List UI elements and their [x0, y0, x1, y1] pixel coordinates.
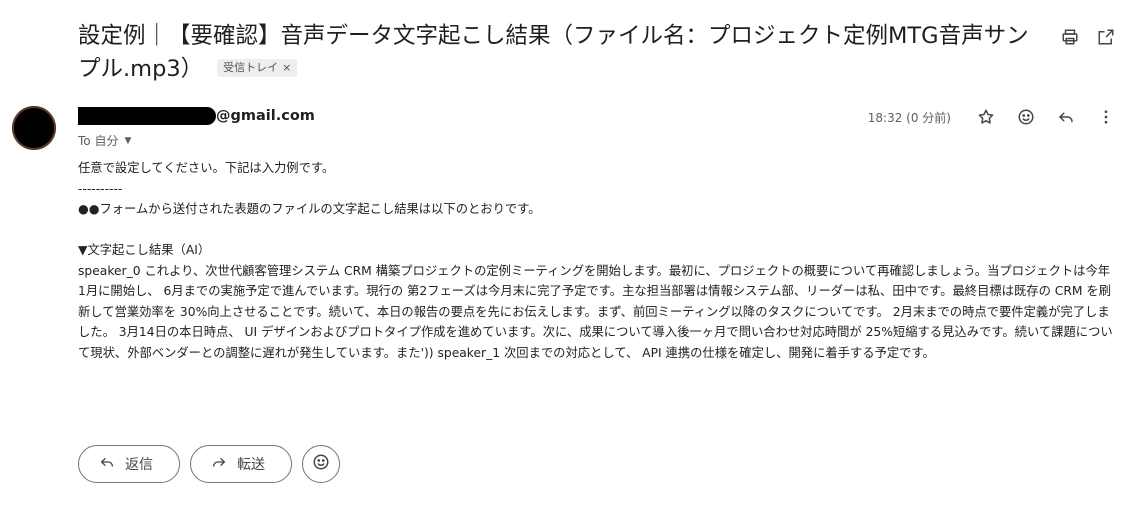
more-options-icon[interactable] — [1095, 106, 1117, 128]
sender-email-suffix: @gmail.com — [216, 108, 315, 124]
reply-icon[interactable] — [1055, 106, 1077, 128]
reply-label: 返信 — [125, 457, 153, 473]
emoji-reaction-button[interactable] — [302, 445, 340, 483]
recipient-text: To 自分 — [78, 134, 119, 148]
message-body: 任意で設定してください。下記は入力例です。 ---------- ●●フォームか… — [78, 158, 1118, 363]
email-subject: 設定例｜【要確認】音声データ文字起こし結果（ファイル名：プロジェクト定例MTG音… — [78, 20, 1038, 86]
recipient-line[interactable]: To 自分 ▼ — [78, 132, 131, 149]
message-actions: 返信 転送 — [78, 445, 340, 483]
redacted-sender-name — [78, 107, 216, 125]
emoji-icon — [312, 453, 330, 475]
forward-label: 転送 — [237, 457, 265, 473]
open-in-new-window-icon[interactable] — [1095, 26, 1117, 48]
reply-button[interactable]: 返信 — [78, 445, 180, 483]
reply-icon — [99, 454, 115, 474]
message-time: 18:32 (0 分前) — [867, 110, 951, 125]
sender-avatar[interactable] — [12, 106, 56, 150]
inbox-label-chip[interactable]: 受信トレイ × — [217, 58, 298, 77]
forward-icon — [211, 454, 227, 474]
remove-label-button[interactable]: × — [282, 61, 291, 74]
body-intro: 任意で設定してください。下記は入力例です。 — [78, 161, 335, 175]
star-icon[interactable] — [975, 106, 997, 128]
sender-name[interactable]: @gmail.com — [78, 106, 315, 126]
transcript-title: ▼文字起こし結果（AI） — [78, 243, 211, 257]
body-notice: ●●フォームから送付された表題のファイルの文字起こし結果は以下のとおりです。 — [78, 202, 541, 216]
print-icon[interactable] — [1059, 26, 1081, 48]
label-text: 受信トレイ — [223, 60, 279, 74]
show-details-dropdown-icon[interactable]: ▼ — [124, 136, 131, 146]
emoji-reaction-icon[interactable] — [1015, 106, 1037, 128]
body-separator: ---------- — [78, 181, 123, 196]
subject-toolbar — [1059, 26, 1117, 48]
forward-button[interactable]: 転送 — [190, 445, 292, 483]
message-meta: 18:32 (0 分前) — [868, 106, 1117, 128]
transcript-text: speaker_0 これより、次世代顧客管理システム CRM 構築プロジェクトの… — [78, 263, 1113, 360]
